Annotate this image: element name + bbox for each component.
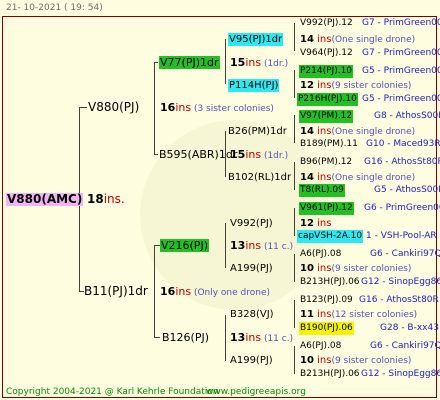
root-queen-name[interactable]: V880(AMC) xyxy=(6,193,84,206)
gen4-group: G12 - SinopEgg86R xyxy=(361,369,440,379)
gen4-group: G16 - AthosSt80R xyxy=(364,157,440,167)
gen3-inbreeding: 10 ins(9 sister colonies) xyxy=(300,263,412,274)
tree-line xyxy=(294,70,295,98)
gen4-queen-name[interactable]: V97(PM).12 xyxy=(299,110,354,123)
gen4-group: G5 - PrimGreen00 xyxy=(362,94,440,104)
gen3-queen-name[interactable]: B26(PM)1dr xyxy=(228,125,287,138)
gen4-queen-name[interactable]: B190(PJ).06 xyxy=(299,322,354,335)
print-date: 21- 10-2021 ( 19: 54) xyxy=(6,3,103,13)
gen4-group: G12 - SinopEgg86R xyxy=(361,277,440,287)
tree-line xyxy=(154,62,155,154)
gen4-queen-name[interactable]: V961(PJ).12 xyxy=(299,202,354,215)
footer-copyright: Copyright 2004-2021 @ Karl Kehrle Founda… xyxy=(6,387,219,397)
tree-line xyxy=(154,245,155,337)
gen3-queen-name[interactable]: P114H(PJ) xyxy=(228,79,280,92)
gen3-inbreeding: 14 ins(One single drone) xyxy=(300,172,416,183)
gen4-queen-name[interactable]: B213H(PJ).06 xyxy=(300,368,360,381)
gen4-queen-name[interactable]: A6(PJ).08 xyxy=(300,340,341,353)
tree-line xyxy=(225,223,226,268)
gen4-group: G5 - PrimGreen00 xyxy=(362,66,440,76)
gen1-inbreeding: 16ins (3 sister colonies) xyxy=(160,101,274,114)
gen4-group: G6 - Cankiri97Q xyxy=(370,249,440,259)
gen3-inbreeding: 14 ins(One single drone) xyxy=(300,34,416,45)
gen2-inbreeding: 15ins (1dr.) xyxy=(230,56,289,69)
tree-line xyxy=(154,62,158,63)
tree-line xyxy=(294,23,295,51)
gen1-queen-name[interactable]: B11(PJ)1dr xyxy=(84,285,148,298)
footer-site-link[interactable]: www.pedigreeapis.org xyxy=(206,386,306,399)
tree-line xyxy=(294,300,295,328)
gen4-queen-name[interactable]: T8(RL).09 xyxy=(299,184,345,197)
gen3-queen-name[interactable]: V95(PJ)1dr xyxy=(228,33,284,46)
gen4-group: 1 - VSH-Pool-AR xyxy=(366,231,437,241)
gen2-queen-name[interactable]: B126(PJ) xyxy=(162,331,209,344)
gen3-inbreeding: 14 ins(One single drone) xyxy=(300,126,416,137)
gen4-group: G7 - PrimGreen00 xyxy=(362,48,440,58)
gen3-queen-name[interactable]: V992(PJ) xyxy=(230,217,273,230)
gen4-group: G5 - AthosS00R xyxy=(374,185,440,195)
pedigree-chart: 21- 10-2021 ( 19: 54) V880(AMC) 18ins. V… xyxy=(0,0,440,400)
gen4-group: G6 - PrimGreen00 xyxy=(364,203,440,213)
gen3-inbreeding: 10 ins(9 sister colonies) xyxy=(300,355,412,366)
gen4-queen-name[interactable]: P216H(PJ).10 xyxy=(297,93,358,106)
gen4-group: G16 - AthosSt80R xyxy=(359,295,439,305)
tree-line xyxy=(294,346,295,374)
tree-line xyxy=(294,254,295,282)
gen3-queen-name[interactable]: A199(PJ) xyxy=(230,262,273,275)
gen4-queen-name[interactable]: B123(PJ).09 xyxy=(300,294,353,307)
gen4-group: G8 - AthosS00R xyxy=(374,111,440,121)
gen3-queen-name[interactable]: B102(RL)1dr xyxy=(228,171,291,184)
tree-line xyxy=(225,39,226,84)
gen2-queen-name[interactable]: B595(ABR)1dr xyxy=(159,148,237,161)
gen1-queen-name[interactable]: V880(PJ) xyxy=(88,101,139,114)
gen4-queen-name[interactable]: B189(PM).11 xyxy=(300,138,358,151)
gen4-queen-name[interactable]: B213H(PJ).06 xyxy=(300,276,360,289)
gen4-group: G6 - Cankiri97Q xyxy=(370,341,440,351)
gen2-queen-name[interactable]: V77(PJ)1dr xyxy=(159,56,220,69)
gen2-inbreeding: 13ins (11 c.) xyxy=(230,239,294,252)
gen4-queen-name[interactable]: capVSH-2A.10 xyxy=(297,230,364,243)
gen4-queen-name[interactable]: A6(PJ).08 xyxy=(300,248,341,261)
tree-line xyxy=(225,315,226,361)
tree-line xyxy=(294,208,295,236)
gen4-group: G28 - B-xx43 xyxy=(380,323,439,333)
tree-line xyxy=(154,154,158,155)
gen2-queen-name[interactable]: V216(PJ) xyxy=(160,239,209,252)
gen3-inbreeding: 12 ins(9 sister colonies) xyxy=(300,80,412,91)
gen3-queen-name[interactable]: A199(PJ) xyxy=(230,354,273,367)
tree-line xyxy=(294,115,295,143)
gen4-queen-name[interactable]: V964(PJ).12 xyxy=(300,47,353,60)
gen4-group: G10 - Maced93R xyxy=(366,139,440,149)
tree-line xyxy=(154,337,160,338)
gen3-queen-name[interactable]: B328(VJ) xyxy=(230,308,274,321)
gen4-group: G7 - PrimGreen00 xyxy=(362,18,440,28)
tree-line xyxy=(294,162,295,190)
gen3-inbreeding: 12 ins xyxy=(300,218,332,229)
tree-line xyxy=(79,107,87,108)
gen4-queen-name[interactable]: V992(PJ).12 xyxy=(300,17,353,30)
gen2-inbreeding: 13ins (11 c.) xyxy=(230,331,294,344)
root-inbreeding: 18ins. xyxy=(87,192,125,206)
gen1-inbreeding: 16ins (Only one drone) xyxy=(160,285,271,298)
gen3-inbreeding: 11 ins(12 sister colonies) xyxy=(300,309,418,320)
gen4-queen-name[interactable]: P214(PJ).10 xyxy=(299,65,354,78)
gen2-inbreeding: 15ins (1dr.) xyxy=(230,148,289,161)
gen4-queen-name[interactable]: B96(PM).12 xyxy=(300,156,352,169)
